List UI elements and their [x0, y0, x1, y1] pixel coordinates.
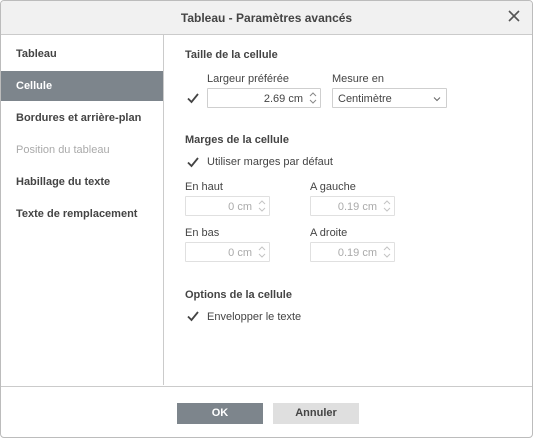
default-margins-checkbox[interactable] [186, 155, 200, 169]
measure-select[interactable]: Centimètre [332, 88, 447, 108]
sidebar-item-table-position: Position du tableau [16, 144, 110, 156]
preferred-width-label: Largeur préférée [207, 73, 289, 85]
margin-right-value: 0.19 cm [337, 247, 377, 259]
margin-left-label: A gauche [310, 181, 356, 193]
dialog-footer: OK Annuler [1, 386, 532, 437]
advanced-settings-dialog: Tableau - Paramètres avancés Tableau Cel… [0, 0, 533, 438]
cell-size-heading: Taille de la cellule [185, 49, 278, 61]
dialog-titlebar: Tableau - Paramètres avancés [1, 1, 532, 35]
margin-top-input: 0 cm [185, 196, 270, 216]
cell-margins-heading: Marges de la cellule [185, 134, 289, 146]
margin-bottom-input: 0 cm [185, 242, 270, 262]
margin-left-input: 0.19 cm [310, 196, 395, 216]
chevron-down-icon [433, 97, 441, 102]
sidebar-item-borders-background[interactable]: Bordures et arrière-plan [1, 103, 163, 133]
sidebar-item-text-wrapping[interactable]: Habillage du texte [1, 167, 163, 197]
dialog-title: Tableau - Paramètres avancés [180, 11, 353, 25]
measure-label: Mesure en [332, 73, 384, 85]
sidebar-item-alt-text[interactable]: Texte de remplacement [1, 199, 163, 229]
margin-right-label: A droite [310, 227, 348, 239]
margin-top-label: En haut [185, 181, 223, 193]
margin-bottom-value: 0 cm [228, 247, 252, 259]
preferred-width-checkbox[interactable] [186, 91, 200, 105]
margin-top-value: 0 cm [228, 201, 252, 213]
wrap-text-checkbox[interactable] [186, 309, 200, 323]
margin-right-input: 0.19 cm [310, 242, 395, 262]
close-icon[interactable] [506, 8, 522, 24]
spinner-arrows-icon [383, 200, 391, 212]
preferred-width-value: 2.69 cm [263, 93, 303, 105]
margin-left-value: 0.19 cm [337, 201, 377, 213]
spinner-arrows-icon[interactable] [309, 91, 317, 105]
cell-options-heading: Options de la cellule [185, 289, 292, 301]
preferred-width-input[interactable]: 2.69 cm [207, 88, 321, 108]
spinner-arrows-icon [258, 200, 266, 212]
sidebar-item-table[interactable]: Tableau [1, 39, 163, 69]
spinner-arrows-icon [383, 246, 391, 258]
settings-sidebar: Tableau Cellule Bordures et arrière-plan… [1, 35, 164, 385]
sidebar-item-cell[interactable]: Cellule [1, 71, 163, 101]
default-margins-label: Utiliser marges par défaut [207, 156, 333, 168]
wrap-text-label: Envelopper le texte [207, 311, 302, 323]
ok-button[interactable]: OK [177, 403, 263, 424]
cancel-button[interactable]: Annuler [273, 403, 359, 424]
margin-bottom-label: En bas [185, 227, 220, 239]
measure-value: Centimètre [338, 93, 392, 105]
spinner-arrows-icon [258, 246, 266, 258]
